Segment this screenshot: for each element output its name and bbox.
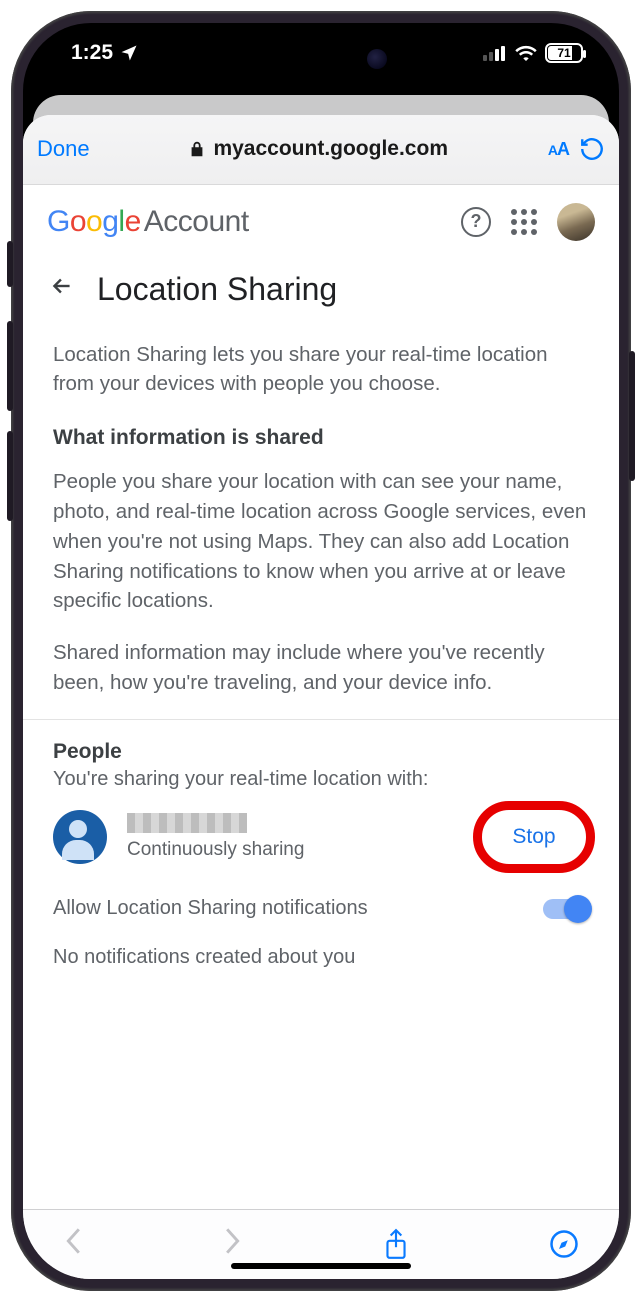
info-paragraph-2: Shared information may include where you…	[53, 638, 589, 697]
people-heading: People	[53, 740, 589, 764]
status-time: 1:25	[71, 41, 113, 65]
nav-forward-icon	[223, 1227, 243, 1262]
person-status: Continuously sharing	[127, 839, 459, 861]
url-text: myaccount.google.com	[213, 137, 448, 161]
battery-icon: 71	[545, 43, 583, 63]
account-avatar[interactable]	[557, 203, 595, 241]
notifications-toggle-label: Allow Location Sharing notifications	[53, 897, 368, 920]
done-button[interactable]: Done	[37, 136, 90, 162]
notifications-toggle[interactable]	[543, 899, 589, 919]
person-name-redacted	[127, 813, 247, 833]
no-notifications-text: No notifications created about you	[53, 946, 589, 969]
apps-grid-icon[interactable]	[511, 209, 537, 235]
google-logo: G o o g l e Account	[47, 205, 249, 239]
phone-frame: 1:25 71	[11, 11, 631, 1291]
share-icon[interactable]	[383, 1228, 409, 1260]
intro-text: Location Sharing lets you share your rea…	[53, 340, 589, 399]
reload-icon[interactable]	[579, 136, 605, 162]
section-heading: What information is shared	[53, 423, 589, 453]
safari-sheet: Done myaccount.google.com AA G o o	[23, 115, 619, 1279]
annotation-highlight	[473, 801, 595, 873]
open-in-safari-icon[interactable]	[549, 1229, 579, 1259]
shared-person-row: Continuously sharing Stop	[53, 805, 589, 869]
dynamic-island	[241, 38, 401, 80]
power-button	[629, 351, 635, 481]
person-avatar-icon	[53, 810, 107, 864]
nav-back-icon	[63, 1227, 83, 1262]
silent-switch	[7, 241, 13, 287]
cell-signal-icon	[483, 45, 507, 61]
back-arrow-icon[interactable]	[49, 273, 75, 306]
safari-toolbar: Done myaccount.google.com AA	[23, 115, 619, 185]
wifi-icon	[515, 45, 537, 61]
google-account-header: G o o g l e Account ?	[23, 185, 619, 259]
url-bar[interactable]: myaccount.google.com	[100, 137, 538, 161]
volume-down-button	[7, 431, 13, 521]
phone-screen: 1:25 71	[23, 23, 619, 1279]
text-size-button[interactable]: AA	[548, 139, 569, 160]
location-arrow-icon	[119, 43, 139, 63]
people-subheading: You're sharing your real-time location w…	[53, 768, 589, 791]
help-icon[interactable]: ?	[461, 207, 491, 237]
volume-up-button	[7, 321, 13, 411]
battery-percent: 71	[557, 46, 570, 60]
info-paragraph-1: People you share your location with can …	[53, 467, 589, 616]
people-section: People You're sharing your real-time loc…	[23, 719, 619, 969]
home-indicator[interactable]	[231, 1263, 411, 1269]
page-title: Location Sharing	[97, 271, 337, 308]
page-content: G o o g l e Account ?	[23, 185, 619, 1209]
lock-icon	[189, 140, 205, 158]
